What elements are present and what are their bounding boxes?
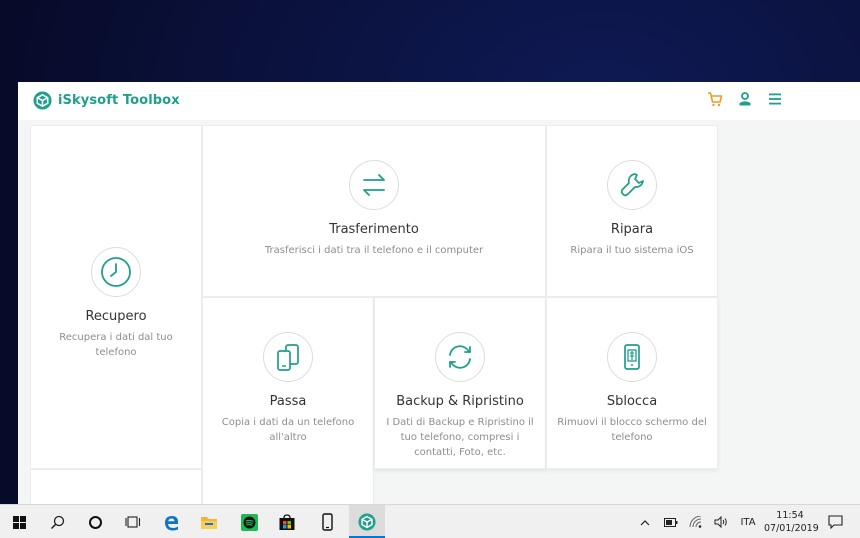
store-icon[interactable] xyxy=(274,505,300,538)
title-bar: iSkysoft Toolbox xyxy=(18,82,860,120)
task-view-icon[interactable] xyxy=(120,505,146,538)
start-icon[interactable] xyxy=(6,505,32,538)
menu-icon[interactable] xyxy=(766,90,784,108)
card-description: Recupera i dati dal tuo telefono xyxy=(59,332,173,358)
phone-icon[interactable] xyxy=(314,505,340,538)
search-icon[interactable] xyxy=(44,505,70,538)
iskysoft-logo-icon xyxy=(33,91,52,110)
clock-date: 07/01/2019 xyxy=(764,523,819,534)
card-title: Ripara xyxy=(610,222,654,237)
card-description: Ripara il tuo sistema iOS xyxy=(570,245,694,256)
clock-time: 11:54 xyxy=(776,510,804,521)
wifi-icon[interactable] xyxy=(686,505,706,538)
card-title: Sblocca xyxy=(606,394,658,409)
edge-icon[interactable] xyxy=(158,505,184,538)
phone-lock-icon xyxy=(607,332,657,382)
card-trasferimento[interactable]: Trasferimento Trasferisci i dati tra il … xyxy=(202,125,546,297)
card-title: Passa xyxy=(269,394,307,409)
notification-icon[interactable] xyxy=(822,505,848,538)
card-title: Recupero xyxy=(85,309,147,324)
clock[interactable]: 11:54 07/01/2019 xyxy=(764,509,819,535)
card-description: I Dati di Backup e Ripristino il tuo tel… xyxy=(386,417,534,458)
cortana-icon[interactable] xyxy=(82,505,108,538)
card-ripara[interactable]: Ripara Ripara il tuo sistema iOS xyxy=(546,125,718,297)
app-window: iSkysoft Toolbox Recupero Recupera i dat… xyxy=(18,82,860,504)
phones-icon xyxy=(263,332,313,382)
app-title: iSkysoft Toolbox xyxy=(58,93,180,108)
language-indicator[interactable]: ITA xyxy=(736,505,760,538)
card-sblocca[interactable]: Sblocca Rimuovi il blocco schermo del te… xyxy=(546,297,718,469)
file-explorer-icon[interactable] xyxy=(196,505,222,538)
sync-icon xyxy=(435,332,485,382)
chevron-up-icon[interactable] xyxy=(636,505,654,538)
battery-icon[interactable] xyxy=(661,505,681,538)
cart-icon[interactable] xyxy=(706,90,724,108)
transfer-arrows-icon xyxy=(349,160,399,210)
spotify-icon[interactable] xyxy=(236,505,262,538)
card-description: Trasferisci i dati tra il telefono e il … xyxy=(264,245,484,256)
card-title: Backup & Ripristino xyxy=(396,394,524,409)
clock-icon xyxy=(91,247,141,297)
app-logo: iSkysoft Toolbox xyxy=(33,91,180,110)
volume-icon[interactable] xyxy=(711,505,731,538)
card-title: Trasferimento xyxy=(329,222,419,237)
card-backup-ripristino[interactable]: Backup & Ripristino I Dati di Backup e R… xyxy=(374,297,546,469)
card-passa[interactable]: Passa Copia i dati da un telefono all'al… xyxy=(202,297,374,504)
wrench-icon xyxy=(607,160,657,210)
card-recupero[interactable]: Recupero Recupera i dati dal tuo telefon… xyxy=(30,125,202,469)
account-icon[interactable] xyxy=(736,90,754,108)
card-placeholder xyxy=(30,469,202,504)
card-description: Rimuovi il blocco schermo del telefono xyxy=(557,417,707,443)
taskbar: ITA 11:54 07/01/2019 xyxy=(0,504,860,538)
card-description: Copia i dati da un telefono all'altro xyxy=(221,417,355,443)
iskysoft-taskbar-icon[interactable] xyxy=(349,505,385,538)
